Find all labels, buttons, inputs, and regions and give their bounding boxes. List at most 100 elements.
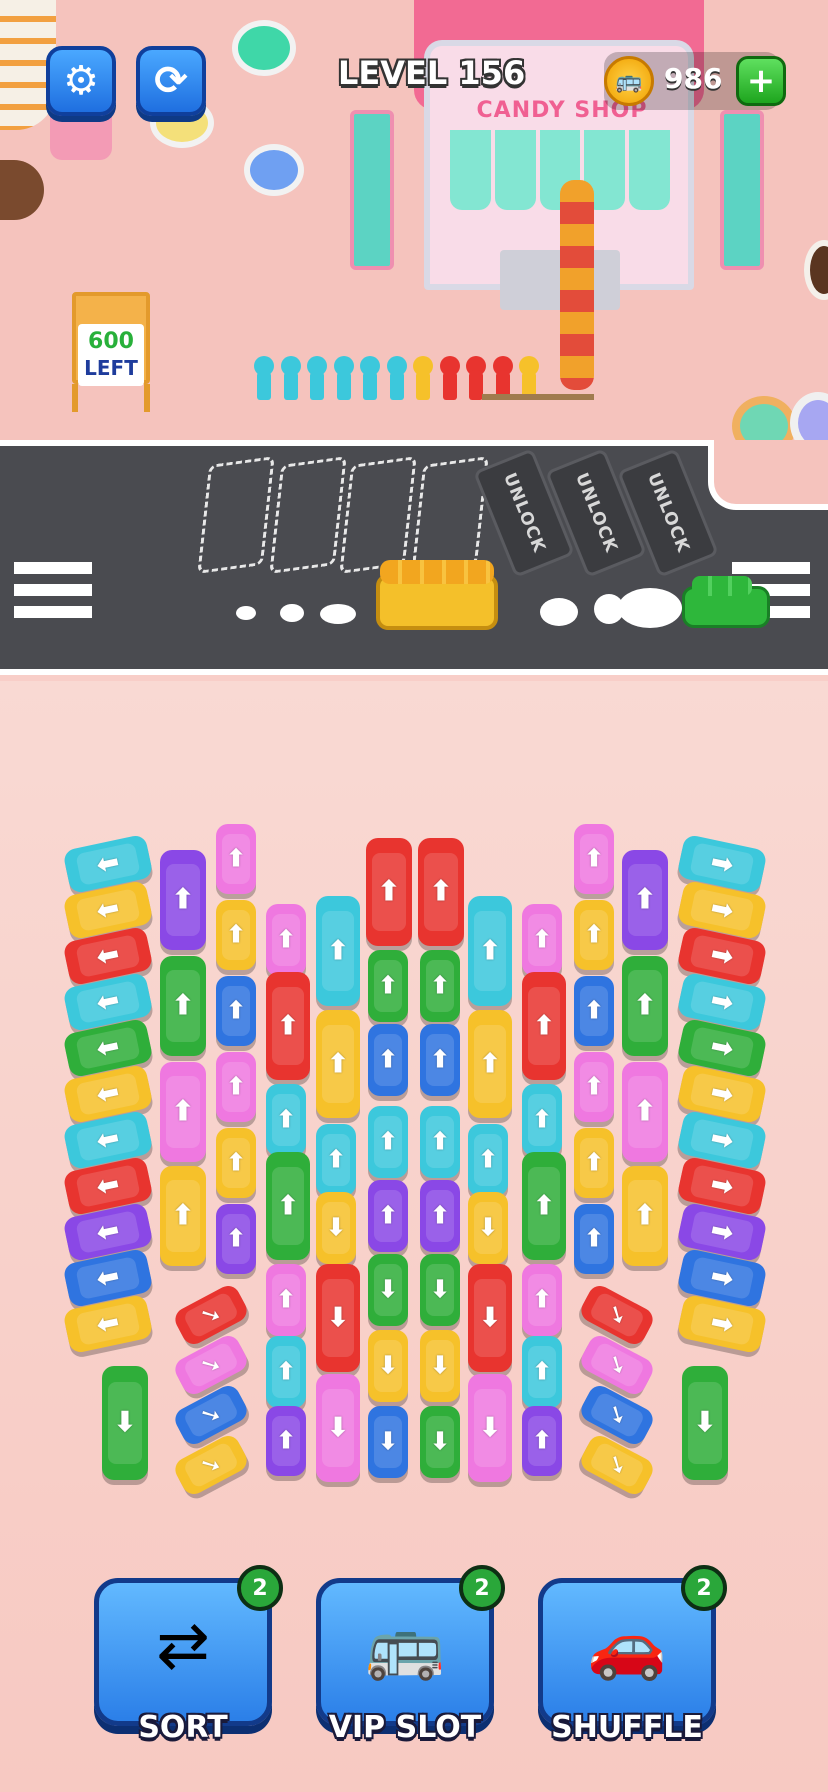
bus[interactable]: ⬆ [266,1152,310,1260]
car[interactable]: ⬆ [216,900,256,970]
car[interactable]: ⬇ [420,1254,460,1326]
car[interactable]: ⬆ [216,1128,256,1198]
car[interactable]: ⬆ [266,1406,306,1476]
direction-arrow-icon: ⬆ [377,874,401,908]
bus[interactable]: ⬆ [160,1062,206,1162]
car[interactable]: ⬆ [368,1106,408,1178]
direction-arrow-icon: ⬆ [531,1284,553,1314]
add-coins-button[interactable]: + [736,56,786,106]
parking-slot-open[interactable] [339,456,417,574]
car[interactable]: ⬇ [368,1330,408,1402]
bus[interactable]: ⬆ [366,838,412,946]
bus[interactable]: ⬇ [468,1374,512,1482]
candy-slice-icon [244,144,304,196]
parking-slot-open[interactable] [197,456,275,574]
bus[interactable]: ⬆ [522,972,566,1080]
direction-arrow-icon: ⬆ [633,1094,657,1128]
vip-slot-button[interactable]: 🚌 2 VIP SLOT [316,1565,505,1745]
car[interactable]: ⬆ [522,1084,562,1156]
car[interactable]: ⬆ [420,1180,460,1252]
car[interactable]: ⬆ [574,900,614,970]
shuffle-car-icon: 🚗 [587,1609,667,1684]
plus-icon: + [746,61,776,101]
car[interactable]: ⬇ [368,1254,408,1326]
direction-arrow-icon: ⬇ [693,1405,717,1439]
car[interactable]: ⬇ [316,1192,356,1264]
direction-arrow-icon: ⬇ [429,1274,451,1304]
bus[interactable]: ⬆ [160,1166,206,1266]
direction-arrow-icon: ⬇ [377,1426,399,1456]
bus[interactable]: ⬆ [622,850,668,950]
car[interactable]: ⬆ [266,904,306,976]
car[interactable]: ⬆ [420,1024,460,1096]
car[interactable]: ⬆ [266,1264,306,1336]
car[interactable]: ⬆ [522,1336,562,1408]
car[interactable]: ⬆ [522,1406,562,1476]
car[interactable]: ⬇ [420,1406,460,1478]
bus[interactable]: ⬆ [522,1152,566,1260]
bus[interactable]: ⬆ [316,896,360,1006]
bus[interactable]: ⬇ [316,1374,360,1482]
queue-passenger [332,356,354,400]
car[interactable]: ⬆ [368,950,408,1022]
direction-arrow-icon: ⬇ [326,1302,350,1334]
car[interactable]: ⬆ [316,1124,356,1196]
car[interactable]: ⬆ [216,824,256,894]
direction-arrow-icon: ⬆ [275,1356,297,1386]
bus[interactable]: ⬇ [468,1264,512,1372]
bus[interactable]: ⬆ [418,838,464,946]
car[interactable]: ⬆ [216,1052,256,1122]
car[interactable]: ⬆ [368,1024,408,1096]
car[interactable]: ⬆ [266,1336,306,1408]
shop-pillar [350,110,394,270]
car[interactable]: ⬆ [574,1204,614,1274]
car[interactable]: ⬆ [368,1180,408,1252]
sign-post [144,384,150,412]
bus[interactable]: ⬆ [622,1062,668,1162]
car[interactable]: ⬆ [574,976,614,1046]
car[interactable]: ⬆ [266,1084,306,1156]
car[interactable]: ⬇ [420,1330,460,1402]
car[interactable]: ⬆ [574,1052,614,1122]
bus[interactable]: ⬆ [468,1010,512,1118]
coin-icon: 🚌 [604,56,654,106]
car[interactable]: ⬆ [574,1128,614,1198]
sign-post [72,384,78,412]
settings-button[interactable]: ⚙ [46,46,116,116]
bus[interactable]: ⬆ [266,972,310,1080]
car[interactable]: ⬆ [468,1124,508,1196]
direction-arrow-icon: ⬇ [377,1350,399,1380]
direction-arrow-icon: ⬆ [377,1200,399,1230]
direction-arrow-icon: ⬆ [633,1198,657,1232]
direction-arrow-icon: ⬆ [583,995,605,1025]
shuffle-button[interactable]: 🚗 2 SHUFFLE [538,1565,727,1745]
bus[interactable]: ⬆ [316,1010,360,1118]
bus[interactable]: ⬆ [622,1166,668,1266]
car[interactable]: ⬆ [216,1204,256,1274]
parking-slot-open[interactable] [269,456,347,574]
bus[interactable]: ⬆ [468,896,512,1006]
bus[interactable]: ⬆ [622,956,668,1056]
queue-line-passengers [560,180,594,390]
car[interactable]: ⬆ [216,976,256,1046]
bus[interactable]: ⬇ [682,1366,728,1480]
car[interactable]: ⬆ [522,1264,562,1336]
bus[interactable]: ⬇ [102,1366,148,1480]
direction-arrow-icon: ⬇ [478,1302,502,1334]
car[interactable]: ⬆ [574,824,614,894]
restart-icon: ⟳ [154,58,188,104]
direction-arrow-icon: ⬇ [377,1274,399,1304]
direction-arrow-icon: ⬆ [325,1144,347,1174]
restart-button[interactable]: ⟳ [136,46,206,116]
direction-arrow-icon: ⬇ [429,1350,451,1380]
bus[interactable]: ⬇ [316,1264,360,1372]
direction-arrow-icon: ⬆ [531,924,553,954]
car[interactable]: ⬆ [420,1106,460,1178]
bus[interactable]: ⬆ [160,850,206,950]
car[interactable]: ⬇ [468,1192,508,1264]
car[interactable]: ⬆ [420,950,460,1022]
car[interactable]: ⬆ [522,904,562,976]
bus[interactable]: ⬆ [160,956,206,1056]
sort-button[interactable]: ⇄ 2 SORT [94,1565,283,1745]
car[interactable]: ⬇ [368,1406,408,1478]
